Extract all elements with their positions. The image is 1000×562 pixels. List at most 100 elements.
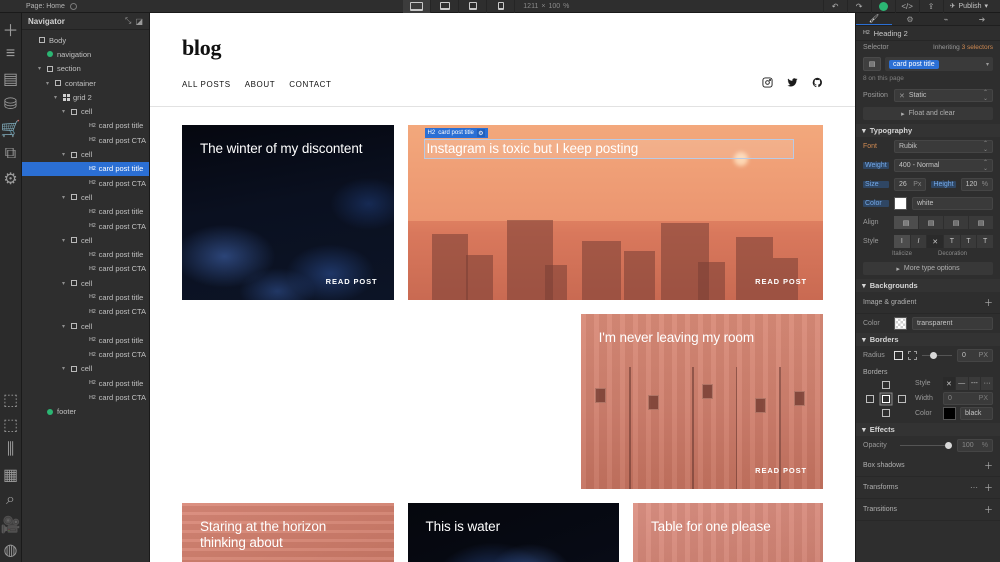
align-center-icon[interactable]: ▤ — [919, 216, 943, 229]
tree-caret[interactable]: ▾ — [60, 365, 67, 372]
nav-link-about[interactable]: ABOUT — [245, 80, 276, 89]
tree-item-cell[interactable]: ▾ cell — [22, 319, 149, 333]
card-title[interactable]: This is water — [426, 519, 590, 535]
radius-unit[interactable]: PX — [979, 352, 988, 359]
tree-item-card-post-CTA[interactable]: H2 card post CTA — [22, 262, 149, 276]
radius-slider[interactable] — [922, 349, 952, 362]
preview-status[interactable] — [870, 0, 895, 13]
line-height-input[interactable]: 120 % — [960, 178, 994, 191]
selector-menu-icon[interactable]: ▤ — [863, 57, 881, 71]
gear-icon[interactable]: ⚙ — [476, 129, 485, 137]
image-gradient-row[interactable]: Image & gradient ＋ — [856, 292, 1000, 314]
stepper-icon[interactable]: ⌃ ⌄ — [983, 90, 988, 102]
tree-caret[interactable]: ▾ — [36, 65, 43, 72]
tree-item-card-post-title[interactable]: H2 card post title — [22, 290, 149, 304]
chevron-down-icon[interactable]: ▾ — [986, 61, 989, 68]
pages-icon[interactable]: ≡ — [0, 41, 22, 66]
nav-link-contact[interactable]: CONTACT — [289, 80, 331, 89]
weight-select[interactable]: 400 - Normal ⌃ ⌄ — [894, 159, 993, 172]
redo-button[interactable]: ↷ — [846, 0, 871, 13]
tree-item-card-post-CTA[interactable]: H2 card post CTA — [22, 305, 149, 319]
twitter-icon[interactable] — [787, 75, 798, 93]
overline-icon[interactable]: T — [977, 235, 994, 248]
tree-item-grid-2[interactable]: ▾ grid 2 — [22, 90, 149, 104]
border-dotted-icon[interactable]: ··· — [981, 377, 993, 390]
site-canvas[interactable]: blog ALL POSTS ABOUT CONTACT The winter … — [150, 13, 855, 562]
tree-item-card-post-CTA[interactable]: H2 card post CTA — [22, 390, 149, 404]
cms-icon[interactable]: ⛁ — [0, 91, 22, 116]
tree-item-cell[interactable]: ▾ cell — [22, 276, 149, 290]
size-input[interactable]: 26 Px — [894, 178, 927, 191]
publish-button[interactable]: ✈ Publish ▾ — [942, 0, 994, 13]
breakpoint-tablet[interactable] — [431, 0, 460, 13]
inheriting-count[interactable]: 3 selectors — [962, 44, 993, 51]
page-indicator[interactable]: Page: Home — [0, 2, 150, 10]
float-and-clear[interactable]: ▸ Float and clear — [863, 107, 993, 120]
tab-settings[interactable]: ⚙ — [892, 13, 928, 25]
tree-item-card-post-title[interactable]: H2 card post title — [22, 161, 149, 176]
tree-item-section[interactable]: ▾ section — [22, 62, 149, 76]
border-solid-icon[interactable]: — — [955, 377, 968, 390]
add-icon[interactable]: ＋ — [984, 481, 993, 494]
border-width-unit[interactable]: PX — [979, 395, 988, 402]
breakpoint-mobile-portrait[interactable] — [487, 0, 516, 13]
border-right[interactable] — [895, 393, 909, 405]
styles-icon[interactable]: ⬚ — [0, 412, 22, 437]
tree-item-card-post-title[interactable]: H2 card post title — [22, 119, 149, 133]
tab-effects[interactable]: ➜ — [964, 13, 1000, 25]
tree-item-cell[interactable]: ▾ cell — [22, 233, 149, 247]
tree-item-cell[interactable]: ▾ cell — [22, 147, 149, 161]
no-decoration-icon[interactable]: ✕ — [927, 235, 944, 248]
tree-item-card-post-title[interactable]: H2 card post title — [22, 247, 149, 261]
stepper-icon[interactable]: ⌃ ⌄ — [983, 141, 988, 153]
strikethrough-icon[interactable]: T — [944, 235, 960, 248]
borders-section-header[interactable]: ▾ Borders — [856, 333, 1000, 346]
card-title[interactable]: Staring at the horizon thinking about — [200, 519, 364, 552]
align-left-icon[interactable]: ▤ — [894, 216, 918, 229]
collapse-all-icon[interactable]: ⤡ — [125, 16, 131, 26]
tree-item-container[interactable]: ▾ container — [22, 76, 149, 90]
border-width-input[interactable]: 0 PX — [943, 392, 993, 405]
add-icon[interactable]: ＋ — [984, 503, 993, 516]
components-icon[interactable]: ⧉ — [0, 141, 22, 166]
tree-caret[interactable]: ▾ — [60, 194, 67, 201]
tree-item-cell[interactable]: ▾ cell — [22, 104, 149, 118]
tree-caret[interactable]: ▾ — [44, 80, 51, 87]
backgrounds-section-header[interactable]: ▾ Backgrounds — [856, 279, 1000, 292]
card-title[interactable]: The winter of my discontent — [200, 141, 364, 157]
position-select[interactable]: ✕ Static ⌃ ⌄ — [894, 89, 993, 102]
add-element-icon[interactable]: ＋ — [0, 16, 22, 41]
transitions-row[interactable]: Transitions ＋ — [856, 499, 1000, 521]
border-color-swatch[interactable] — [943, 407, 956, 420]
layout-icon[interactable]: ▦ — [0, 462, 22, 487]
tree-caret[interactable]: ▾ — [60, 108, 67, 115]
border-color-input[interactable]: black — [960, 407, 993, 420]
border-all[interactable] — [879, 393, 893, 405]
effects-section-header[interactable]: ▾ Effects — [856, 423, 1000, 436]
opacity-slider[interactable] — [900, 439, 952, 452]
font-select[interactable]: Rubik ⌃ ⌄ — [894, 140, 993, 153]
instagram-icon[interactable] — [762, 75, 773, 93]
tab-style[interactable]: 🖌 — [856, 13, 892, 25]
bg-color-swatch[interactable] — [894, 317, 907, 330]
post-card[interactable]: Table for one please — [633, 503, 823, 562]
card-cta[interactable]: READ POST — [326, 277, 378, 286]
search-icon[interactable]: ⌕ — [0, 487, 22, 512]
navigator-icon[interactable]: ⬚ — [0, 387, 22, 412]
border-left[interactable] — [863, 393, 877, 405]
regular-icon[interactable]: I — [894, 235, 910, 248]
add-icon[interactable]: ＋ — [984, 459, 993, 472]
post-card[interactable]: H2 card post title ⚙ Instagram is toxic but… — [407, 125, 823, 300]
add-icon[interactable]: ＋ — [984, 296, 993, 309]
transforms-row[interactable]: Transforms ⋯ ＋ — [856, 477, 1000, 499]
nav-link-all-posts[interactable]: ALL POSTS — [182, 80, 231, 89]
github-icon[interactable] — [812, 75, 823, 93]
interactions-icon[interactable]: ⫼ — [0, 437, 22, 462]
export-button[interactable]: ⇪ — [918, 0, 943, 13]
opacity-input[interactable]: 100 % — [957, 439, 993, 452]
tree-caret[interactable]: ▾ — [60, 280, 67, 287]
size-unit[interactable]: Px — [913, 181, 921, 188]
tree-item-cell[interactable]: ▾ cell — [22, 190, 149, 204]
border-top[interactable] — [879, 379, 893, 391]
undo-button[interactable]: ↶ — [822, 0, 847, 13]
